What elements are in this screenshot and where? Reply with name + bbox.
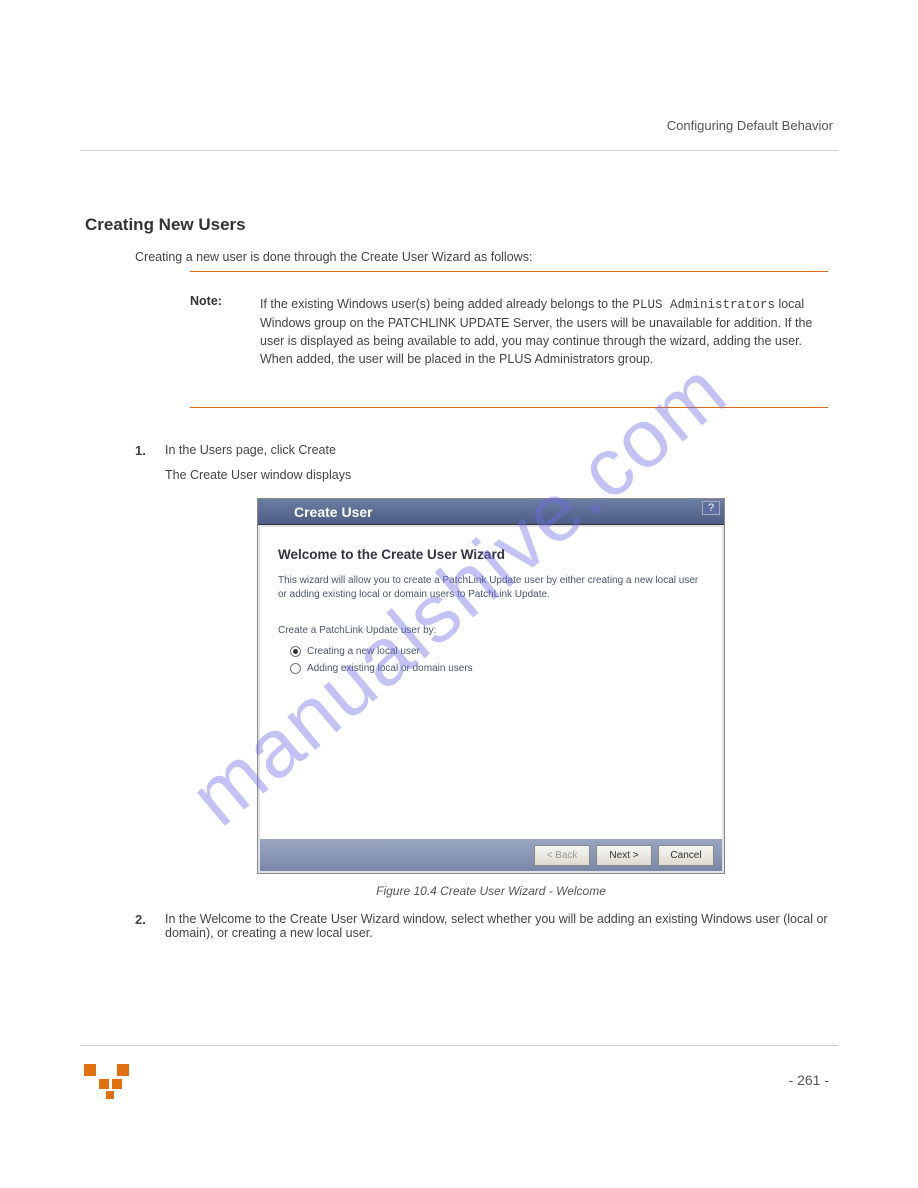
step-2-number: 2.	[135, 912, 146, 927]
note-code: PLUS Administrators	[632, 298, 775, 312]
radio-add-existing-users[interactable]: Adding existing local or domain users	[290, 663, 704, 674]
figure-caption: Figure 10.4 Create User Wizard - Welcome	[257, 884, 725, 898]
step-1-result: The Create User window displays	[165, 468, 351, 482]
intro-text: Creating a new user is done through the …	[135, 248, 828, 266]
dialog-body: Welcome to the Create User Wizard This w…	[260, 527, 722, 839]
note-label: Note:	[190, 294, 222, 308]
dialog-footer: < Back Next > Cancel	[260, 839, 722, 871]
page-number: - 261 -	[789, 1072, 829, 1088]
logo-square	[106, 1091, 114, 1099]
dialog-titlebar: Create User ?	[258, 499, 724, 525]
radio-icon-unselected	[290, 663, 301, 674]
cancel-button[interactable]: Cancel	[658, 845, 714, 866]
radio-label-1: Creating a new local user	[307, 646, 420, 657]
help-icon[interactable]: ?	[702, 501, 720, 515]
step-2-text: In the Welcome to the Create User Wizard…	[165, 912, 828, 940]
next-button[interactable]: Next >	[596, 845, 652, 866]
dialog-title: Create User	[258, 504, 373, 520]
note-part1: If the existing Windows user(s) being ad…	[260, 297, 632, 311]
note-body: If the existing Windows user(s) being ad…	[260, 295, 823, 369]
note-top-rule	[190, 271, 828, 272]
footer-divider	[80, 1045, 838, 1046]
logo-square	[117, 1064, 129, 1076]
create-user-dialog: Create User ? Welcome to the Create User…	[257, 498, 725, 874]
page-breadcrumb: Configuring Default Behavior	[667, 118, 833, 133]
section-title: Creating New Users	[85, 215, 246, 235]
dialog-subprompt: Create a PatchLink Update user by:	[278, 625, 704, 636]
back-button: < Back	[534, 845, 590, 866]
radio-create-new-local-user[interactable]: Creating a new local user	[290, 646, 704, 657]
dialog-description: This wizard will allow you to create a P…	[278, 574, 704, 601]
note-bottom-rule	[190, 407, 828, 408]
dialog-heading: Welcome to the Create User Wizard	[278, 547, 704, 562]
logo-square	[84, 1064, 96, 1076]
header-divider	[80, 150, 838, 151]
logo-square	[99, 1079, 109, 1089]
logo-square	[112, 1079, 122, 1089]
step-1-number: 1.	[135, 443, 146, 458]
radio-label-2: Adding existing local or domain users	[307, 663, 473, 674]
radio-icon-selected	[290, 646, 301, 657]
step-1-text: In the Users page, click Create	[165, 443, 336, 457]
